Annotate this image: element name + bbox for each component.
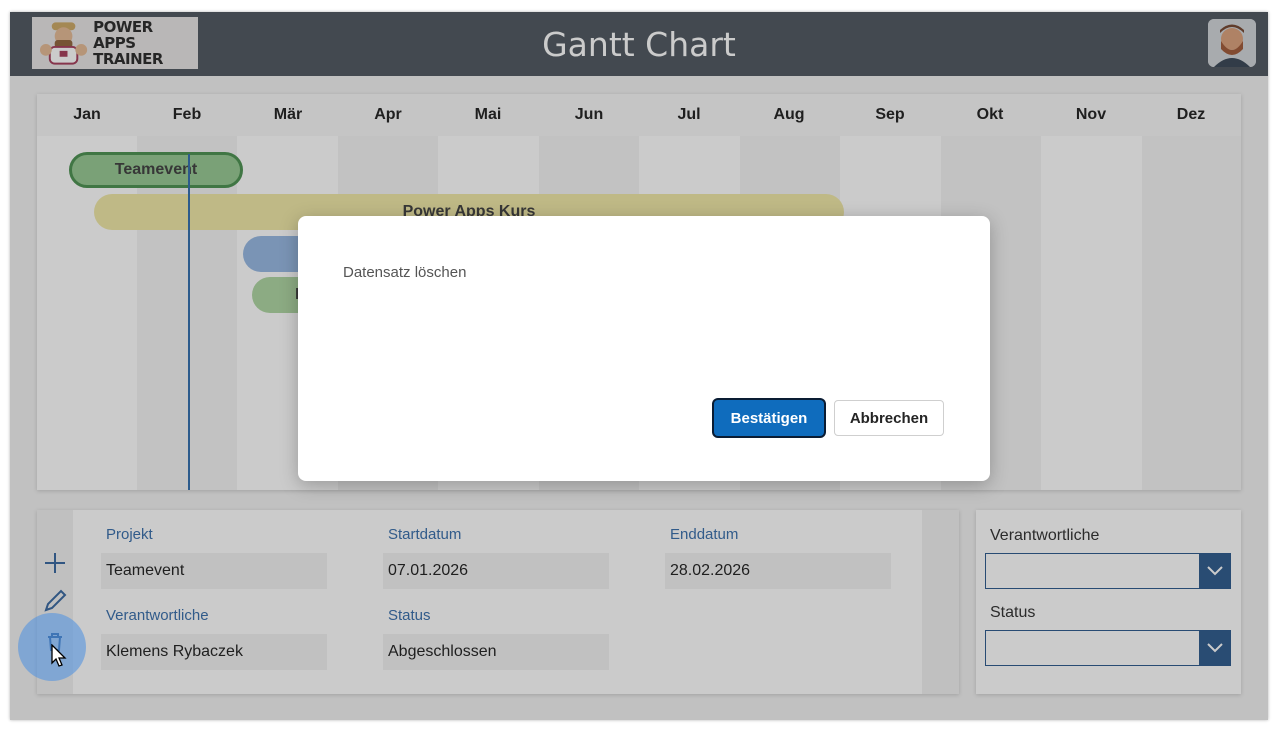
cancel-button[interactable]: Abbrechen [834, 400, 944, 436]
dialog-message: Datensatz löschen [343, 264, 467, 281]
mouse-cursor-icon [51, 644, 67, 667]
delete-confirm-dialog: Datensatz löschen Bestätigen Abbrechen [298, 216, 990, 481]
confirm-button[interactable]: Bestätigen [714, 400, 824, 436]
